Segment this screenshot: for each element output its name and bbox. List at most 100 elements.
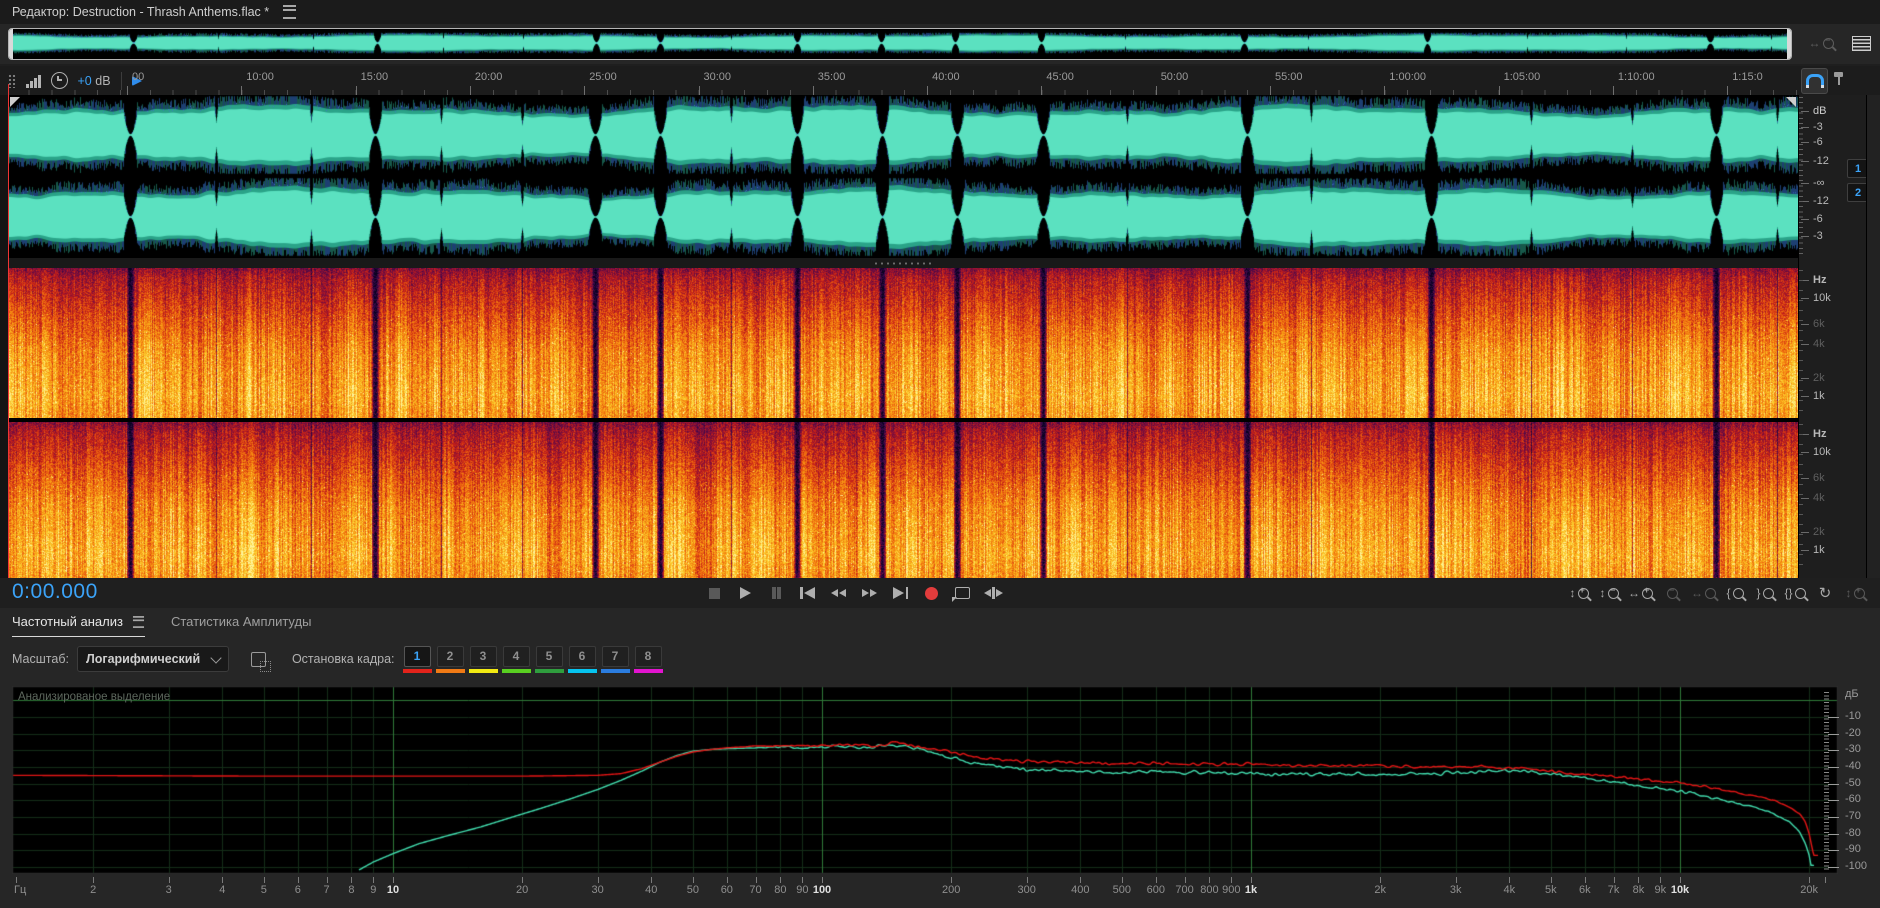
reset-zoom-button[interactable]: ↻ <box>1812 582 1838 604</box>
db-scale-label: -12 <box>1801 195 1829 207</box>
play-button[interactable] <box>731 582 760 604</box>
panel-menu-icon[interactable] <box>283 5 297 19</box>
spectrogram-canvas-channel1[interactable] <box>8 268 1798 418</box>
axis-tick <box>1809 877 1811 883</box>
hold-button-4[interactable]: 4 <box>502 645 530 667</box>
waveform-spectrogram-divider[interactable] <box>8 258 1798 268</box>
fast-forward-button[interactable] <box>855 582 884 604</box>
hold-button-wrap: 3 <box>468 645 498 673</box>
axis-frequency-label: 700 <box>1175 884 1194 896</box>
pause-button[interactable] <box>762 582 791 604</box>
skip-selection-button[interactable] <box>979 582 1008 604</box>
overview-menu-icon[interactable] <box>1852 35 1871 51</box>
vertical-scrollbar[interactable] <box>1866 95 1880 578</box>
skip-to-end-button[interactable] <box>886 582 915 604</box>
hold-button-3[interactable]: 3 <box>469 645 497 667</box>
axis-frequency-label: 800 <box>1200 884 1219 896</box>
rewind-button[interactable] <box>824 582 853 604</box>
stop-button[interactable] <box>700 582 729 604</box>
axis-frequency-label: 2 <box>90 884 97 896</box>
hz-scale-label: 2k <box>1801 526 1825 538</box>
playhead-line[interactable] <box>8 95 9 578</box>
axis-tick <box>522 877 524 883</box>
hold-button-wrap: 2 <box>435 645 465 673</box>
axis-tick <box>1155 877 1157 883</box>
zoom-in-horizontal-button[interactable]: ↔ <box>1626 582 1655 604</box>
status-bar: 0:00.000 ↕ ↕ ↔ ↔ { } {} ↻ ↕ <box>0 578 1880 608</box>
ruler-tick <box>698 86 700 95</box>
ruler-time-label: 55:00 <box>1275 71 1303 83</box>
overview-waveform-canvas[interactable] <box>12 31 1791 55</box>
editor-title-bar: Редактор: Destruction - Thrash Anthems.f… <box>0 0 1880 24</box>
axis-tick <box>1026 877 1028 883</box>
hold-color-bar <box>468 668 498 673</box>
hz-scale-label: 1k <box>1801 544 1825 556</box>
zoom-to-selection-button[interactable]: {} <box>1782 582 1808 604</box>
record-button[interactable] <box>917 582 946 604</box>
hold-button-6[interactable]: 6 <box>568 645 596 667</box>
fast-forward-icon <box>870 589 878 597</box>
rewind-icon <box>839 589 847 597</box>
axis-tick <box>1550 877 1552 883</box>
chevron-down-icon <box>210 651 222 664</box>
hold-button-2[interactable]: 2 <box>436 645 464 667</box>
ruler-tick <box>355 86 357 95</box>
spectrogram-canvas-channel2[interactable] <box>8 422 1798 578</box>
hold-label: Остановка кадра: <box>291 652 395 666</box>
panel-menu-icon[interactable] <box>132 615 144 628</box>
pause-icon <box>777 587 781 599</box>
ruler-labels[interactable]: 00 10:00 15:00 20:00 25:00 30:00 35:00 40:00 45:… <box>0 66 1800 95</box>
ruler-tick <box>1727 86 1729 95</box>
hold-button-7[interactable]: 7 <box>601 645 629 667</box>
zoom-out-full-icon[interactable]: ↔ <box>1806 32 1836 54</box>
ruler-time-label: 40:00 <box>932 71 960 83</box>
hold-button-1[interactable]: 1 <box>403 645 431 667</box>
tab-frequency-analysis[interactable]: Частотный анализ <box>12 614 145 637</box>
axis-frequency-label: 5k <box>1545 884 1557 896</box>
graph-db-tick-label: -40 <box>1828 759 1861 772</box>
zoom-to-in-point-button[interactable]: { <box>1722 582 1748 604</box>
axis-frequency-label: 8 <box>348 884 355 896</box>
marker-tool-icon[interactable] <box>1834 72 1843 85</box>
waveform-canvas[interactable] <box>8 95 1798 258</box>
fade-out-handle[interactable] <box>1786 97 1796 107</box>
hold-color-bar <box>600 668 630 673</box>
axis-frequency-label: 70 <box>749 884 762 896</box>
tab-amplitude-statistics[interactable]: Статистика Амплитуды <box>171 614 311 637</box>
axis-tick <box>263 877 265 883</box>
transport-controls <box>700 582 1008 604</box>
hold-button-8[interactable]: 8 <box>634 645 662 667</box>
graph-db-tick-label: -10 <box>1828 710 1861 722</box>
zoom-out-icon <box>1607 586 1619 599</box>
axis-tick <box>1680 877 1681 883</box>
timeline-ruler-row[interactable]: +0 dB 00 10:00 15:00 20:00 25:00 30:00 35:00 40… <box>0 66 1880 96</box>
zoom-to-out-point-button[interactable]: } <box>1752 582 1778 604</box>
hold-button-5[interactable]: 5 <box>535 645 563 667</box>
axis-frequency-label: 60 <box>720 884 733 896</box>
skip-to-start-button[interactable] <box>793 582 822 604</box>
fade-in-handle[interactable] <box>10 97 20 107</box>
snap-toggle-button[interactable] <box>1801 68 1828 94</box>
zoom-in-vertical-button[interactable]: ↕ <box>1566 582 1592 604</box>
scale-dropdown[interactable]: Логарифмический <box>76 646 229 672</box>
axis-frequency-label: 9 <box>370 884 377 896</box>
axis-frequency-label: 1k <box>1244 884 1258 896</box>
zoom-out-vertical-button[interactable]: ↕ <box>1596 582 1622 604</box>
axis-frequency-label: 40 <box>645 884 658 896</box>
zoom-amplitude-button[interactable]: ↕ <box>1842 582 1868 604</box>
axis-tick <box>93 877 95 883</box>
graph-db-tick-label: -30 <box>1828 743 1861 756</box>
graph-annotation: Анализированое выделение <box>18 691 171 703</box>
zoom-out-full-button[interactable]: ↔ <box>1689 582 1718 604</box>
axis-frequency-label: 5 <box>260 884 267 896</box>
axis-tick <box>755 877 757 883</box>
copy-graph-icon[interactable] <box>250 651 271 672</box>
skip-start-icon <box>804 587 815 599</box>
zoom-out-horizontal-button[interactable] <box>1659 582 1685 604</box>
ruler-playhead-mark[interactable] <box>8 84 9 95</box>
overview-navigator[interactable] <box>8 28 1792 60</box>
graph-db-ticks <box>1824 692 1829 872</box>
time-display[interactable]: 0:00.000 <box>12 580 98 604</box>
axis-tick <box>168 877 170 883</box>
loop-playback-button[interactable] <box>948 582 977 604</box>
